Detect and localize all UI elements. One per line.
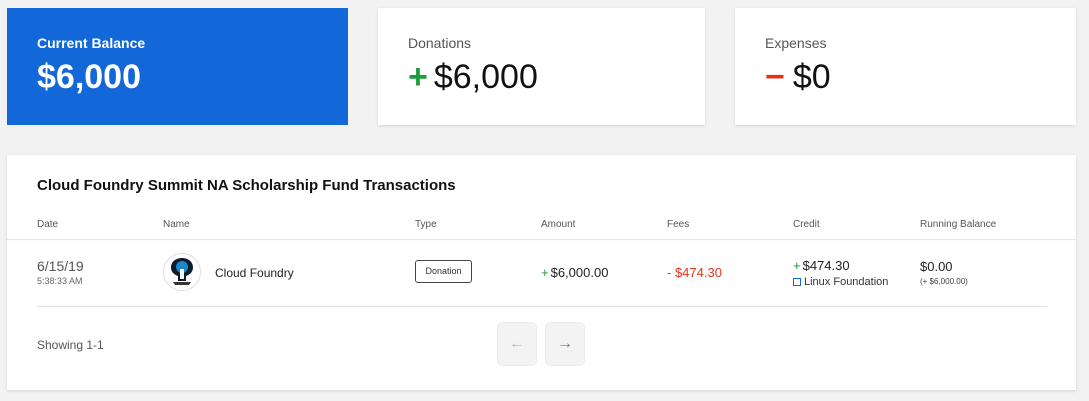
donations-value: $6,000: [433, 58, 538, 96]
row-credit: + $474.30: [793, 258, 850, 273]
cloud-foundry-logo-icon: [163, 253, 201, 291]
column-header-running-balance: Running Balance: [920, 219, 997, 230]
column-header-fees: Fees: [667, 219, 690, 230]
linux-foundation-icon: [793, 278, 801, 286]
column-header-date: Date: [37, 219, 59, 230]
row-fees: - $474.30: [667, 265, 722, 280]
arrow-left-icon: ←: [509, 335, 525, 352]
credit-organization-name: Linux Foundation: [804, 276, 889, 288]
row-amount: + $6,000.00: [541, 265, 608, 280]
donations-label: Donations: [408, 35, 472, 51]
row-running-balance: $0.00: [920, 259, 953, 274]
row-divider: [37, 306, 1047, 307]
column-header-name: Name: [163, 219, 190, 230]
plus-icon: +: [408, 58, 428, 96]
donations-card: Donations + $6,000: [378, 8, 705, 125]
column-header-credit: Credit: [793, 219, 820, 230]
column-header-type: Type: [415, 219, 437, 230]
header-divider: [7, 239, 1076, 240]
current-balance-card: Current Balance $6,000: [7, 8, 348, 125]
current-balance-value: $6,000: [37, 58, 141, 96]
type-badge: Donation: [415, 260, 472, 283]
transactions-panel: Cloud Foundry Summit NA Scholarship Fund…: [7, 155, 1076, 390]
current-balance-label: Current Balance: [37, 35, 146, 51]
credit-organization-link[interactable]: Linux Foundation: [793, 276, 888, 288]
row-name[interactable]: Cloud Foundry: [215, 266, 294, 280]
expenses-value: $0: [792, 58, 831, 96]
plus-icon: +: [793, 258, 801, 273]
row-time: 5:38:33 AM: [37, 276, 83, 286]
expenses-label: Expenses: [765, 35, 827, 51]
row-running-balance-change: (+ $6,000.00): [920, 277, 968, 286]
previous-page-button[interactable]: ←: [497, 322, 537, 366]
column-header-amount: Amount: [541, 219, 576, 230]
donations-value-row: + $6,000: [408, 58, 538, 97]
expenses-value-row: − $0: [765, 58, 831, 97]
expenses-card: Expenses − $0: [735, 8, 1076, 125]
next-page-button[interactable]: →: [545, 322, 585, 366]
plus-icon: +: [541, 265, 549, 280]
arrow-right-icon: →: [557, 335, 573, 352]
credit-value: $474.30: [802, 258, 850, 273]
transactions-title: Cloud Foundry Summit NA Scholarship Fund…: [37, 177, 456, 194]
minus-icon: −: [765, 58, 785, 96]
row-date: 6/15/19: [37, 258, 84, 274]
amount-value: $6,000.00: [550, 265, 609, 280]
pagination-status: Showing 1-1: [37, 338, 104, 352]
